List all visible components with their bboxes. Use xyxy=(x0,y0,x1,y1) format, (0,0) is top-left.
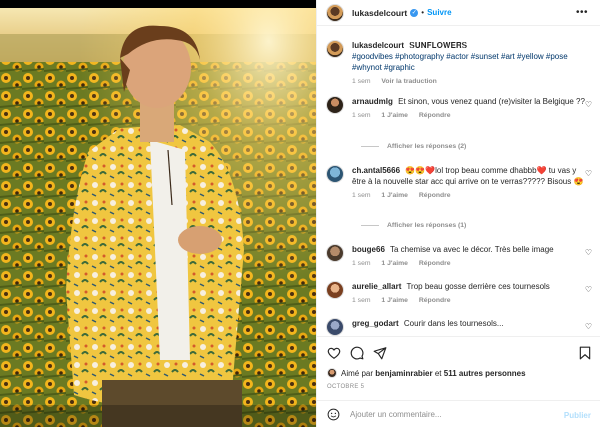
post-date[interactable]: OCTOBRE 5 xyxy=(327,384,364,390)
post-photo[interactable] xyxy=(0,0,316,427)
post-header: lukasdelcourt ✓ • Suivre ••• xyxy=(317,0,600,26)
comment-time: 1 sem xyxy=(352,112,371,119)
like-heart-icon[interactable] xyxy=(327,346,341,360)
view-replies-button[interactable]: Afficher les réponses (1) xyxy=(361,222,466,229)
view-replies-label[interactable]: Afficher les réponses (1) xyxy=(387,222,466,229)
emoji-smiley-icon[interactable] xyxy=(327,408,340,421)
liker-avatar[interactable] xyxy=(327,368,337,378)
post-side-panel: lukasdelcourt ✓ • Suivre ••• lukasdelcou… xyxy=(316,0,600,427)
share-send-icon[interactable] xyxy=(373,346,387,360)
like-comment-heart-icon[interactable]: ♡ xyxy=(585,248,592,257)
liked-by-mid: et xyxy=(434,368,442,378)
more-options-icon[interactable]: ••• xyxy=(576,7,588,18)
caption-hashtags[interactable]: #goodvibes #photography #actor #sunset #… xyxy=(352,52,568,72)
commenter-avatar[interactable] xyxy=(326,318,344,336)
comment-likes[interactable]: 1 J'aime xyxy=(381,192,408,199)
comment-username[interactable]: greg_godart xyxy=(352,319,399,328)
divider-line xyxy=(361,146,379,147)
comment-username[interactable]: bouge66 xyxy=(352,245,385,254)
caption-styled-text: 𝐒𝐔𝐍𝐅𝐋𝐎𝐖𝐄𝐑𝐒 xyxy=(409,41,468,50)
comment-item: arnaudmlg Et sinon, vous venez quand (re… xyxy=(326,96,592,119)
caption: lukasdelcourt 𝐒𝐔𝐍𝐅𝐋𝐎𝐖𝐄𝐑𝐒 #goodvibes #pho… xyxy=(326,40,592,85)
comment-likes[interactable]: 1 J'aime xyxy=(381,260,408,267)
comment-item: ch.antal5666 😍😍❤️lol trop beau comme dha… xyxy=(326,165,592,199)
caption-username[interactable]: lukasdelcourt xyxy=(352,41,404,50)
comment-username[interactable]: arnaudmlg xyxy=(352,97,393,106)
comment-text: Ta chemise va avec le décor. Très belle … xyxy=(389,245,554,254)
comment-likes[interactable]: 1 J'aime xyxy=(381,297,408,304)
view-replies-label[interactable]: Afficher les réponses (2) xyxy=(387,143,466,150)
comment-likes[interactable]: 1 J'aime xyxy=(381,112,408,119)
divider-line xyxy=(361,225,379,226)
post-actions: Aimé par benjaminrabier et 511 autres pe… xyxy=(317,336,600,427)
reply-button[interactable]: Répondre xyxy=(419,260,451,267)
translate-link[interactable]: Voir la traduction xyxy=(381,78,436,85)
like-comment-heart-icon[interactable]: ♡ xyxy=(585,285,592,294)
liked-by-others[interactable]: 511 autres personnes xyxy=(444,369,526,378)
publish-button[interactable]: Publier xyxy=(564,411,591,420)
likes-summary[interactable]: Aimé par benjaminrabier et 511 autres pe… xyxy=(327,368,526,378)
follow-button[interactable]: Suivre xyxy=(427,8,451,17)
liked-by-user[interactable]: benjaminrabier xyxy=(375,369,432,378)
caption-time: 1 sem xyxy=(352,78,371,85)
commenter-avatar[interactable] xyxy=(326,281,344,299)
reply-button[interactable]: Répondre xyxy=(419,192,451,199)
comment-item: greg_godart Courir dans les tournesols..… xyxy=(326,318,592,336)
view-replies-button[interactable]: Afficher les réponses (2) xyxy=(361,143,466,150)
commenter-avatar[interactable] xyxy=(326,244,344,262)
commenter-avatar[interactable] xyxy=(326,96,344,114)
reply-button[interactable]: Répondre xyxy=(419,112,451,119)
comment-time: 1 sem xyxy=(352,297,371,304)
author-avatar[interactable] xyxy=(326,3,344,22)
comment-time: 1 sem xyxy=(352,192,371,199)
comment-item: bouge66 Ta chemise va avec le décor. Trè… xyxy=(326,244,592,267)
add-comment-bar: Publier xyxy=(317,400,600,427)
comment-text: Et sinon, vous venez quand (re)visiter l… xyxy=(398,97,585,106)
save-bookmark-icon[interactable] xyxy=(579,346,591,360)
comment-item: aurelie_allart Trop beau gosse derrière … xyxy=(326,281,592,304)
comment-text: Courir dans les tournesols... xyxy=(403,319,504,328)
verified-badge-icon: ✓ xyxy=(410,8,419,17)
comments-list[interactable]: lukasdelcourt 𝐒𝐔𝐍𝐅𝐋𝐎𝐖𝐄𝐑𝐒 #goodvibes #pho… xyxy=(317,26,600,336)
like-comment-heart-icon[interactable]: ♡ xyxy=(585,322,592,331)
author-avatar[interactable] xyxy=(326,40,344,58)
commenter-avatar[interactable] xyxy=(326,165,344,183)
liked-by-prefix: Aimé par xyxy=(341,368,374,378)
comment-username[interactable]: ch.antal5666 xyxy=(352,166,400,175)
comment-bubble-icon[interactable] xyxy=(350,346,364,360)
separator-dot: • xyxy=(421,8,425,17)
author-username[interactable]: lukasdelcourt xyxy=(352,8,407,18)
comment-username[interactable]: aurelie_allart xyxy=(352,282,401,291)
comment-text: Trop beau gosse derrière ces tournesols xyxy=(406,282,550,291)
comment-input[interactable] xyxy=(350,410,550,419)
like-comment-heart-icon[interactable]: ♡ xyxy=(585,169,592,178)
sunflower-portrait-image xyxy=(0,0,316,427)
reply-button[interactable]: Répondre xyxy=(419,297,451,304)
comment-time: 1 sem xyxy=(352,260,371,267)
like-comment-heart-icon[interactable]: ♡ xyxy=(585,100,592,109)
